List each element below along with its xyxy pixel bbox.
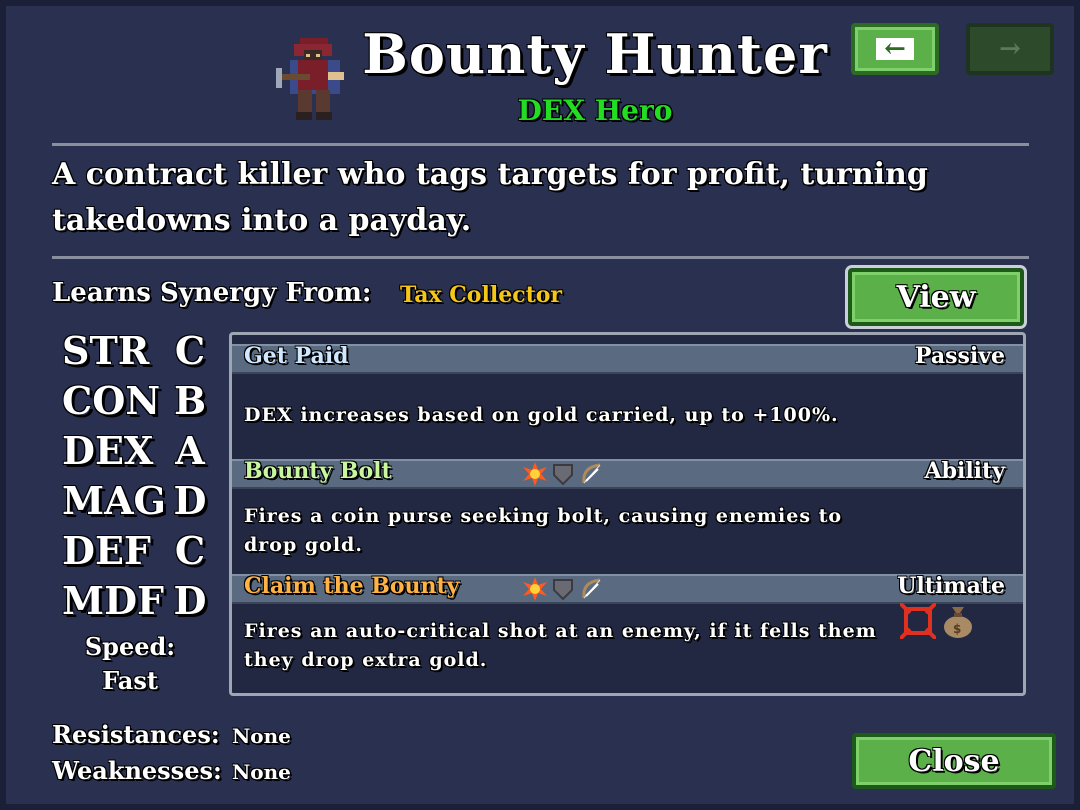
stat-grade: A xyxy=(175,428,205,473)
stat-grade: D xyxy=(173,578,207,623)
stat-name: MAG xyxy=(62,478,166,523)
skill-tags xyxy=(522,576,604,602)
skill-name: Bounty Bolt xyxy=(244,458,392,484)
arrow-right-icon: → xyxy=(999,34,1021,64)
skill-type: Ultimate xyxy=(897,573,1005,599)
resistances-label: Resistances: xyxy=(52,720,220,749)
svg-text:$: $ xyxy=(953,622,961,636)
stat-name: DEX xyxy=(62,428,154,473)
skill-description: Fires an auto-critical shot at an enemy,… xyxy=(244,620,877,671)
skill-type: Passive xyxy=(914,343,1005,369)
skill-header: Bounty Bolt Ability xyxy=(232,458,1023,489)
next-hero-button[interactable]: → xyxy=(966,23,1054,75)
bow-icon xyxy=(578,461,604,487)
stat-name: MDF xyxy=(62,578,164,623)
weaknesses-label: Weaknesses: xyxy=(52,756,222,785)
shield-icon xyxy=(550,461,576,487)
stat-name: STR xyxy=(62,328,150,373)
hero-description: A contract killer who tags targets for p… xyxy=(52,157,928,238)
divider xyxy=(52,143,1029,146)
skill-header: Claim the Bounty Ultimate xyxy=(232,573,1023,604)
shield-icon xyxy=(550,576,576,602)
hero-name: Bounty Hunter xyxy=(362,22,828,86)
view-synergy-button[interactable]: View xyxy=(845,265,1027,329)
stat-grade: C xyxy=(174,528,206,573)
stat-grade: D xyxy=(173,478,207,523)
skill-type: Ability xyxy=(924,458,1005,484)
speed-label: Speed: xyxy=(84,632,176,661)
skill-description: DEX increases based on gold carried, up … xyxy=(244,404,839,426)
hero-portrait xyxy=(276,38,344,120)
skill-tags xyxy=(522,461,604,487)
divider xyxy=(52,256,1029,259)
resistances-value: None xyxy=(232,724,291,748)
stat-grade: B xyxy=(173,378,207,423)
skills-panel: Get Paid Passive DEX increases based on … xyxy=(229,332,1026,696)
synergy-hero-name: Tax Collector xyxy=(400,282,563,308)
hero-class: DEX Hero xyxy=(517,94,673,127)
fire-burst-icon xyxy=(522,461,548,487)
stat-name: DEF xyxy=(62,528,151,573)
bow-icon xyxy=(578,576,604,602)
stat-grade: C xyxy=(174,328,206,373)
skill-header: Get Paid Passive xyxy=(232,343,1023,374)
ultimate-effect-icons: $ xyxy=(898,601,976,643)
close-button[interactable]: Close xyxy=(852,733,1056,789)
synergy-label: Learns Synergy From: xyxy=(52,278,372,308)
skill-name: Claim the Bounty xyxy=(244,573,460,599)
previous-hero-button[interactable]: ← xyxy=(851,23,939,75)
stat-name: CON xyxy=(62,378,161,423)
skill-description: Fires a coin purse seeking bolt, causing… xyxy=(244,505,843,556)
weaknesses-value: None xyxy=(232,760,291,784)
money-bag-icon: $ xyxy=(940,603,976,643)
crosshair-icon xyxy=(898,601,938,643)
fire-burst-icon xyxy=(522,576,548,602)
arrow-left-icon: ← xyxy=(876,34,914,64)
skill-name: Get Paid xyxy=(244,343,349,369)
speed-value: Fast xyxy=(102,666,158,695)
